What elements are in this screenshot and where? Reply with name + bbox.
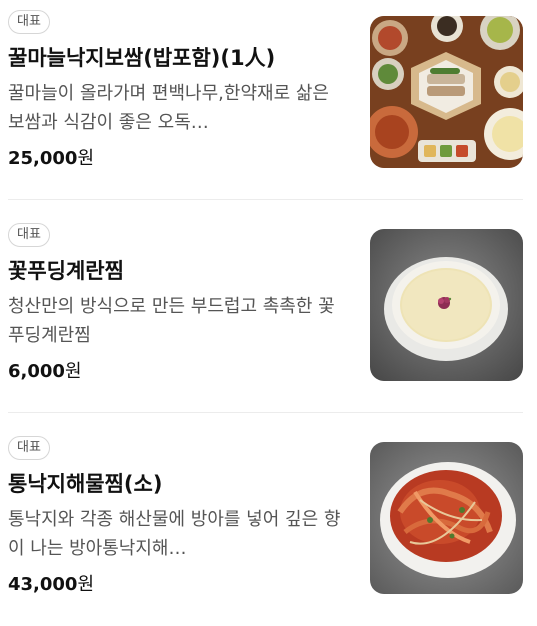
menu-item-price: 6,000원 [8,358,82,386]
signature-badge: 대표 [8,436,50,460]
price-currency: 원 [77,148,95,169]
price-currency: 원 [64,361,82,382]
bossam-platter-photo[interactable] [370,16,523,168]
seafood-jjim-image [370,442,523,594]
menu-item-price: 43,000원 [8,571,94,599]
menu-item-description: 청산만의 방식으로 만든 부드럽고 촉촉한 꽃푸딩계란찜 [8,296,335,346]
seafood-jjim-photo[interactable] [370,442,523,594]
price-currency: 원 [77,574,95,595]
menu-item-description: 꿀마늘이 올라가며 편백나무,한약재로 삶은 보쌈과 식감이 좋은 오독… [8,83,329,133]
signature-badge: 대표 [8,223,50,247]
menu-item-title: 꽃푸딩계란찜 [8,259,124,283]
menu-item-description: 통낙지와 각종 해산물에 방아를 넣어 깊은 향이 나는 방아통낙지해… [8,509,341,559]
price-amount: 25,000 [8,148,78,169]
price-amount: 6,000 [8,361,65,382]
price-amount: 43,000 [8,574,78,595]
item-divider [8,412,523,413]
menu-item-egg-pudding[interactable]: 대표 꽃푸딩계란찜 청산만의 방식으로 만든 부드럽고 촉촉한 꽃푸딩계란찜 6… [0,213,537,413]
menu-item-price: 25,000원 [8,145,94,173]
signature-badge: 대표 [8,10,50,34]
menu-item-title: 꿀마늘낙지보쌈(밥포함)(1人) [8,46,276,70]
bossam-platter-image [370,16,523,168]
menu-item-title: 통낙지해물찜(소) [8,472,163,496]
menu-item-bossam[interactable]: 대표 꿀마늘낙지보쌈(밥포함)(1人) 꿀마늘이 올라가며 편백나무,한약재로 … [0,0,537,200]
egg-pudding-photo[interactable] [370,229,523,381]
menu-item-seafood-jjim[interactable]: 대표 통낙지해물찜(소) 통낙지와 각종 해산물에 방아를 넣어 깊은 향이 나… [0,426,537,626]
item-divider [8,199,523,200]
menu-list: 대표 꿀마늘낙지보쌈(밥포함)(1人) 꿀마늘이 올라가며 편백나무,한약재로 … [0,0,537,610]
egg-pudding-image [370,229,523,381]
